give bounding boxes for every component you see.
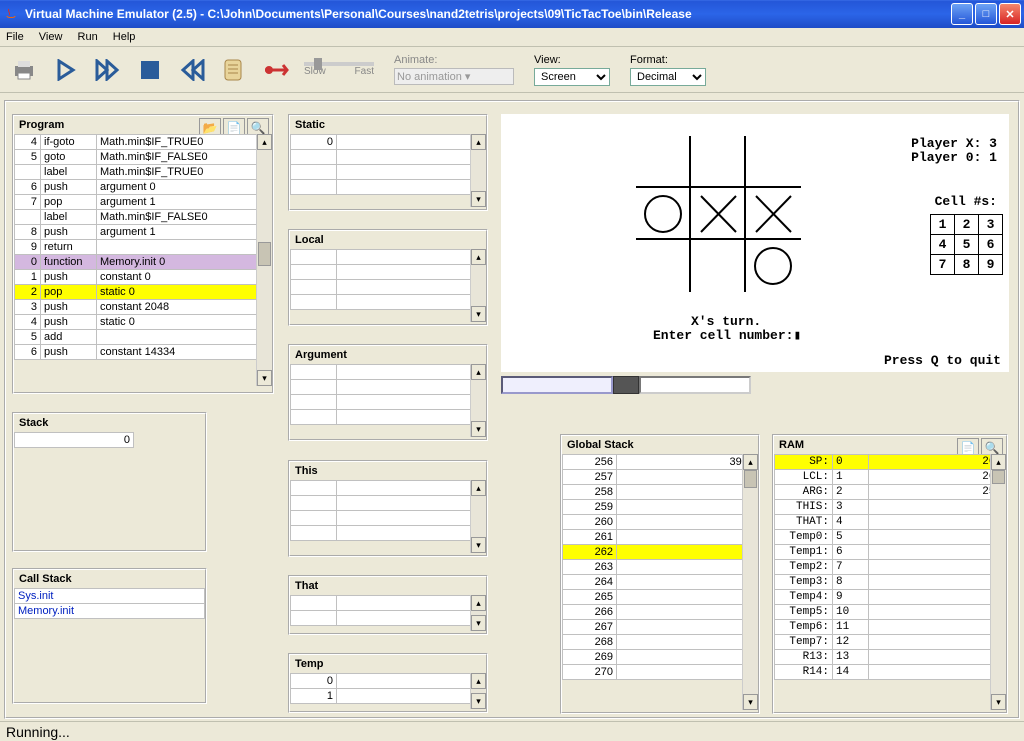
ram-panel: RAM 📄 🔍 SP:0262LCL:1261ARG:2256THIS:30TH… — [772, 434, 1008, 714]
stop-icon[interactable] — [136, 56, 164, 84]
fast-forward-icon[interactable] — [94, 56, 122, 84]
window-titlebar: Virtual Machine Emulator (2.5) - C:\John… — [0, 0, 1024, 28]
callstack-panel: Call Stack Sys.initMemory.init — [12, 568, 207, 704]
temp-title: Temp — [290, 655, 486, 673]
globalstack-title: Global Stack — [562, 436, 758, 454]
static-table[interactable]: 00 — [290, 134, 486, 195]
program-scrollbar[interactable]: ▴▾ — [256, 134, 272, 386]
rewind-icon[interactable] — [178, 56, 206, 84]
keyboard-row — [501, 376, 751, 394]
view-select[interactable]: Screen — [534, 68, 610, 86]
format-select[interactable]: Decimal — [630, 68, 706, 86]
that-panel: That ▴▾ — [288, 575, 488, 635]
argument-panel: Argument ▴▾ — [288, 344, 488, 441]
stack-title: Stack — [14, 414, 205, 432]
static-panel: Static 00 ▴▾ — [288, 114, 488, 211]
that-table[interactable] — [290, 595, 486, 626]
view-label: View: — [534, 54, 610, 66]
that-title: That — [290, 577, 486, 595]
local-panel: Local ▴▾ — [288, 229, 488, 326]
argument-scrollbar[interactable]: ▴▾ — [470, 364, 486, 437]
globalstack-scrollbar[interactable]: ▴▾ — [742, 454, 758, 710]
cellnums-label: Cell #s: — [935, 194, 997, 209]
animate-label: Animate: — [394, 54, 514, 66]
tictactoe-board — [636, 136, 801, 292]
score-o: Player 0: 1 — [911, 150, 997, 165]
globalstack-panel: Global Stack 256395825702580259026002610… — [560, 434, 760, 714]
keyboard-input-left[interactable] — [501, 376, 613, 394]
argument-title: Argument — [290, 346, 486, 364]
java-icon — [3, 6, 19, 22]
breakpoint-icon[interactable] — [262, 56, 290, 84]
print-icon[interactable] — [10, 56, 38, 84]
fast-label: Fast — [355, 66, 374, 77]
close-button[interactable]: ✕ — [999, 3, 1021, 25]
status-bar: Running... — [0, 721, 1024, 741]
speed-slider[interactable]: SlowFast — [304, 62, 374, 77]
program-table[interactable]: 4if-gotoMath.min$IF_TRUE05gotoMath.min$I… — [14, 134, 272, 360]
static-scrollbar[interactable]: ▴▾ — [470, 134, 486, 207]
keyboard-input-right[interactable] — [639, 376, 751, 394]
temp-table[interactable]: 0010 — [290, 673, 486, 704]
this-panel: This ▴▾ — [288, 460, 488, 557]
static-title: Static — [290, 116, 486, 134]
format-combo: Format: Decimal — [630, 54, 706, 86]
toolbar: SlowFast Animate: No animation ▾ View: S… — [0, 47, 1024, 93]
status-text: Running... — [6, 724, 70, 740]
stack-value: 0 — [15, 433, 134, 448]
callstack-title: Call Stack — [14, 570, 205, 588]
window-title: Virtual Machine Emulator (2.5) - C:\John… — [25, 7, 951, 21]
maximize-button[interactable]: □ — [975, 3, 997, 25]
menu-view[interactable]: View — [39, 31, 63, 43]
score-x: Player X: 3 — [911, 136, 997, 151]
temp-panel: Temp 0010 ▴▾ — [288, 653, 488, 713]
cell-numbers-table: 123456789 — [930, 214, 1003, 275]
stack-panel: Stack 0 — [12, 412, 207, 552]
this-scrollbar[interactable]: ▴▾ — [470, 480, 486, 553]
menu-file[interactable]: File — [6, 31, 24, 43]
script-icon[interactable] — [220, 56, 248, 84]
step-icon[interactable] — [52, 56, 80, 84]
local-title: Local — [290, 231, 486, 249]
turn-text: X's turn. — [691, 314, 761, 329]
menu-bar: File View Run Help — [0, 28, 1024, 47]
screen-output: Player X: 3 Player 0: 1 Cell #s: 1234567… — [501, 114, 1009, 372]
this-table[interactable] — [290, 480, 486, 541]
that-scrollbar[interactable]: ▴▾ — [470, 595, 486, 631]
callstack-table[interactable]: Sys.initMemory.init — [14, 588, 205, 619]
prompt-text: Enter cell number:▮ — [653, 328, 801, 343]
view-combo: View: Screen — [534, 54, 610, 86]
format-label: Format: — [630, 54, 706, 66]
main-panel: Program 📂 📄 🔍 4if-gotoMath.min$IF_TRUE05… — [4, 100, 1020, 719]
argument-table[interactable] — [290, 364, 486, 425]
animate-select[interactable]: No animation ▾ — [394, 68, 514, 85]
temp-scrollbar[interactable]: ▴▾ — [470, 673, 486, 709]
minimize-button[interactable]: _ — [951, 3, 973, 25]
this-title: This — [290, 462, 486, 480]
local-table[interactable] — [290, 249, 486, 310]
animate-combo: Animate: No animation ▾ — [394, 54, 514, 85]
local-scrollbar[interactable]: ▴▾ — [470, 249, 486, 322]
menu-run[interactable]: Run — [78, 31, 98, 43]
keyboard-icon[interactable] — [613, 376, 639, 394]
quit-text: Press Q to quit — [884, 353, 1001, 368]
menu-help[interactable]: Help — [113, 31, 136, 43]
ram-table[interactable]: SP:0262LCL:1261ARG:2256THIS:30THAT:40Tem… — [774, 454, 1006, 680]
ram-scrollbar[interactable]: ▴▾ — [990, 454, 1006, 710]
program-panel: Program 📂 📄 🔍 4if-gotoMath.min$IF_TRUE05… — [12, 114, 274, 394]
stack-table[interactable]: 0 — [14, 432, 134, 448]
globalstack-table[interactable]: 2563958257025802590260026102620263026402… — [562, 454, 758, 680]
window-buttons: _ □ ✕ — [951, 3, 1021, 25]
